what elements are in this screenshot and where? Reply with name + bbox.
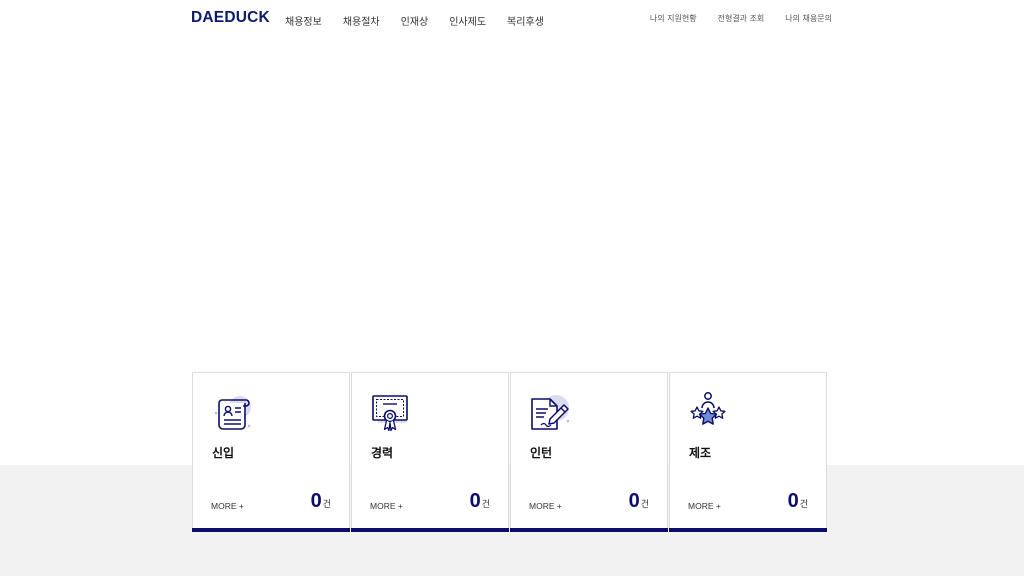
nav-item-welfare[interactable]: 복리후생 <box>507 13 544 28</box>
count-number: 0 <box>628 490 640 512</box>
card-accent-bar <box>192 528 350 532</box>
resume-scroll-icon <box>214 396 251 430</box>
person-stars-icon <box>690 392 726 425</box>
util-result-check[interactable]: 전형결과 조회 <box>718 13 765 24</box>
count-number: 0 <box>787 490 799 512</box>
card-intern[interactable]: 인턴 MORE + 0 건 <box>510 372 668 532</box>
document-pen-icon <box>531 395 570 430</box>
certificate-icon <box>372 395 408 432</box>
more-link[interactable]: MORE + <box>370 501 403 511</box>
card-accent-bar <box>669 528 827 532</box>
count-number: 0 <box>310 490 322 512</box>
card-new-grad[interactable]: 신입 MORE + 0 건 <box>192 372 350 532</box>
card-accent-bar <box>510 528 668 532</box>
util-my-inquiry[interactable]: 나의 채용문의 <box>785 13 832 24</box>
nav-item-talent[interactable]: 인재상 <box>401 13 429 28</box>
count-number: 0 <box>469 490 481 512</box>
job-count: 0 건 <box>470 490 490 513</box>
count-unit: 건 <box>481 500 490 510</box>
card-experienced[interactable]: 경력 MORE + 0 건 <box>351 372 509 532</box>
more-link[interactable]: MORE + <box>211 501 244 511</box>
nav-item-recruit-info[interactable]: 채용정보 <box>285 13 322 28</box>
card-title: 제조 <box>689 446 712 460</box>
card-title: 인턴 <box>530 446 553 460</box>
count-unit: 건 <box>799 500 808 510</box>
job-category-cards: 신입 MORE + 0 건 경력 MORE + 0 건 인턴 MORE + 0 … <box>192 372 830 532</box>
nav-item-hr-system[interactable]: 인사제도 <box>449 13 486 28</box>
card-title: 신입 <box>212 446 235 460</box>
logo[interactable]: DAEDUCK <box>191 9 270 27</box>
count-unit: 건 <box>640 500 649 510</box>
more-link[interactable]: MORE + <box>529 501 562 511</box>
nav-item-recruit-process[interactable]: 채용절차 <box>343 13 380 28</box>
job-count: 0 건 <box>311 490 331 513</box>
card-title: 경력 <box>371 446 394 460</box>
card-manufacturing[interactable]: 제조 MORE + 0 건 <box>669 372 827 532</box>
header: DAEDUCK 채용정보 채용절차 인재상 인사제도 복리후생 나의 지원현황 … <box>0 0 1024 40</box>
more-link[interactable]: MORE + <box>688 501 721 511</box>
count-unit: 건 <box>322 500 331 510</box>
job-count: 0 건 <box>629 490 649 513</box>
util-my-applications[interactable]: 나의 지원현황 <box>650 13 697 24</box>
job-count: 0 건 <box>788 490 808 513</box>
util-nav: 나의 지원현황 전형결과 조회 나의 채용문의 <box>629 13 832 24</box>
main-nav: 채용정보 채용절차 인재상 인사제도 복리후생 <box>285 13 565 28</box>
card-accent-bar <box>351 528 509 532</box>
